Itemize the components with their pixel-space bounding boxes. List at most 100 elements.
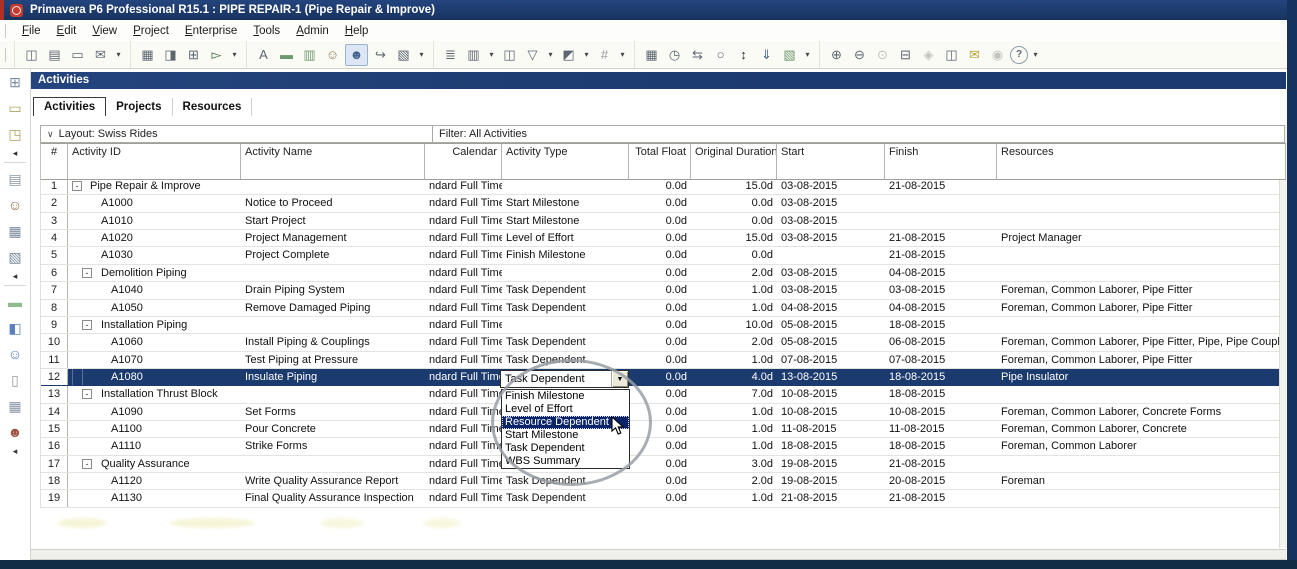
menu-item-file[interactable]: File: [14, 21, 49, 41]
column-header-type[interactable]: Activity Type: [502, 144, 629, 179]
cell-res[interactable]: [997, 386, 1286, 403]
collapse-minus-icon[interactable]: -: [82, 458, 92, 469]
cell-name[interactable]: [241, 178, 425, 194]
tab-activities[interactable]: Activities: [33, 97, 107, 116]
cell-tf[interactable]: 0.0d: [629, 265, 691, 281]
cell-start[interactable]: 04-08-2015: [777, 300, 885, 316]
cell-name[interactable]: [241, 456, 425, 472]
menu-item-tools[interactable]: Tools: [245, 21, 288, 41]
cell-od[interactable]: 2.0d: [691, 473, 777, 489]
cell-tf[interactable]: 0.0d: [629, 230, 691, 246]
cell-od[interactable]: 1.0d: [691, 421, 777, 437]
cell-start[interactable]: 03-08-2015: [777, 282, 885, 298]
cell-num[interactable]: 9: [41, 316, 68, 334]
cell-od[interactable]: 2.0d: [691, 265, 777, 281]
cell-start[interactable]: [777, 247, 885, 263]
table-row[interactable]: 19 A1130 Final Quality Assurance Inspectio…: [41, 490, 1286, 508]
bars-icon[interactable]: ◫: [499, 45, 520, 65]
cell-start[interactable]: 05-08-2015: [777, 317, 885, 333]
cell-tf[interactable]: 0.0d: [629, 247, 691, 263]
cell-tf[interactable]: 0.0d: [629, 334, 691, 350]
column-header-tf[interactable]: Total Float: [629, 144, 691, 179]
cell-cal[interactable]: ndard Full Time: [425, 317, 502, 333]
resource-table-icon[interactable]: ▦: [641, 45, 662, 65]
cell-fin[interactable]: 21-08-2015: [885, 490, 997, 506]
cell-tf[interactable]: 0.0d: [629, 317, 691, 333]
table-row[interactable]: 4 A1020 Project Management ndard Full Time L…: [41, 230, 1286, 248]
table-row[interactable]: 17- Quality Assurance ndard Full Time 0.0d 3…: [41, 455, 1286, 474]
cell-cal[interactable]: ndard Full Time: [425, 213, 502, 229]
cell-od[interactable]: 10.0d: [691, 317, 777, 333]
cell-od[interactable]: 1.0d: [691, 490, 777, 506]
profile-options-icon[interactable]: ▧: [393, 45, 414, 65]
cell-id[interactable]: A1010: [68, 213, 241, 229]
cell-name[interactable]: Project Management: [241, 230, 425, 246]
dropdown-caret-icon[interactable]: ▾: [545, 45, 556, 65]
cell-start[interactable]: 03-08-2015: [777, 265, 885, 281]
cell-start[interactable]: 03-08-2015: [777, 195, 885, 211]
cell-res[interactable]: Foreman, Common Laborer, Pipe Fitter: [997, 282, 1286, 299]
cell-od[interactable]: 0.0d: [691, 247, 777, 263]
columns-icon[interactable]: ▥: [463, 45, 484, 65]
cell-num[interactable]: 2: [41, 195, 68, 212]
table-row[interactable]: 18 A1120 Write Quality Assurance Report nda…: [41, 473, 1286, 491]
cell-od[interactable]: 1.0d: [691, 282, 777, 298]
cell-cal[interactable]: ndard Full Time: [425, 195, 502, 211]
new-icon[interactable]: ⊞: [1, 69, 29, 95]
dropdown-caret-icon[interactable]: ▾: [416, 45, 427, 65]
title-bar[interactable]: Primavera P6 Professional R15.1 : PIPE R…: [0, 0, 1297, 20]
cell-id[interactable]: A1120: [68, 473, 241, 489]
dropdown-caret-icon[interactable]: ▾: [486, 45, 497, 65]
cell-start[interactable]: 19-08-2015: [777, 456, 885, 472]
cell-name[interactable]: Remove Damaged Piping: [241, 300, 425, 316]
cell-start[interactable]: 19-08-2015: [777, 473, 885, 489]
cell-type[interactable]: Task Dependent: [502, 334, 629, 350]
column-header-fin[interactable]: Finish: [885, 144, 997, 179]
menu-item-view[interactable]: View: [84, 21, 125, 41]
zoom-whole-icon[interactable]: ⊙: [872, 45, 893, 65]
table-row[interactable]: 10 A1060 Install Piping & Couplings ndard F…: [41, 334, 1286, 352]
table-row[interactable]: 1- Pipe Repair & Improve ndard Full Time 0.…: [41, 178, 1286, 196]
cell-od[interactable]: 15.0d: [691, 230, 777, 246]
cell-cal[interactable]: ndard Full Time: [425, 300, 502, 316]
table-view-icon[interactable]: ▦: [137, 45, 158, 65]
cell-od[interactable]: 2.0d: [691, 334, 777, 350]
cell-res[interactable]: [997, 195, 1286, 212]
cell-name[interactable]: [241, 386, 425, 402]
cell-tf[interactable]: 0.0d: [629, 473, 691, 489]
cell-num[interactable]: 14: [41, 403, 68, 421]
cell-res[interactable]: Foreman, Common Laborer, Pipe Fitter, Pi…: [997, 334, 1286, 351]
import-icon[interactable]: ◳: [1, 121, 29, 147]
horizontal-scrollbar[interactable]: [31, 549, 1286, 560]
cell-name[interactable]: Insulate Piping: [241, 369, 425, 385]
cell-fin[interactable]: 21-08-2015: [885, 178, 997, 194]
cell-res[interactable]: [997, 264, 1286, 282]
table-row-selected[interactable]: 12 A1080 Insulate Piping ndard Full Time 0.0…: [41, 368, 1286, 387]
cell-id[interactable]: A1110: [68, 438, 241, 454]
group-sort-icon[interactable]: ◩: [558, 45, 579, 65]
resource-usage-profile-icon[interactable]: ☻: [345, 43, 368, 66]
cell-type[interactable]: Task Dependent: [502, 300, 629, 316]
column-header-id[interactable]: Activity ID: [68, 144, 241, 179]
cell-num[interactable]: 10: [41, 334, 68, 351]
activity-network-icon[interactable]: ⊞: [183, 45, 204, 65]
cell-tf[interactable]: 0.0d: [629, 300, 691, 316]
cell-fin[interactable]: 21-08-2015: [885, 247, 997, 263]
cell-num[interactable]: 8: [41, 299, 68, 316]
cell-id[interactable]: - Quality Assurance: [68, 456, 241, 472]
cell-fin[interactable]: 07-08-2015: [885, 352, 997, 368]
cell-cal[interactable]: ndard Full Time: [425, 334, 502, 350]
cell-od[interactable]: 1.0d: [691, 404, 777, 420]
cell-fin[interactable]: 20-08-2015: [885, 473, 997, 489]
cell-type[interactable]: [502, 317, 629, 333]
cell-res[interactable]: Foreman: [997, 473, 1286, 490]
vertical-split-icon[interactable]: ◫: [941, 45, 962, 65]
vertical-scrollbar[interactable]: [1279, 125, 1287, 548]
cell-start[interactable]: 10-08-2015: [777, 386, 885, 402]
collapse-arrow-icon[interactable]: ◂: [1, 270, 29, 282]
cell-od[interactable]: 7.0d: [691, 386, 777, 402]
cell-type[interactable]: Start Milestone: [502, 213, 629, 229]
cell-cal[interactable]: ndard Full Time: [425, 352, 502, 368]
tracking-icon[interactable]: ▧: [1, 244, 29, 270]
print-icon[interactable]: ▤: [44, 45, 65, 65]
